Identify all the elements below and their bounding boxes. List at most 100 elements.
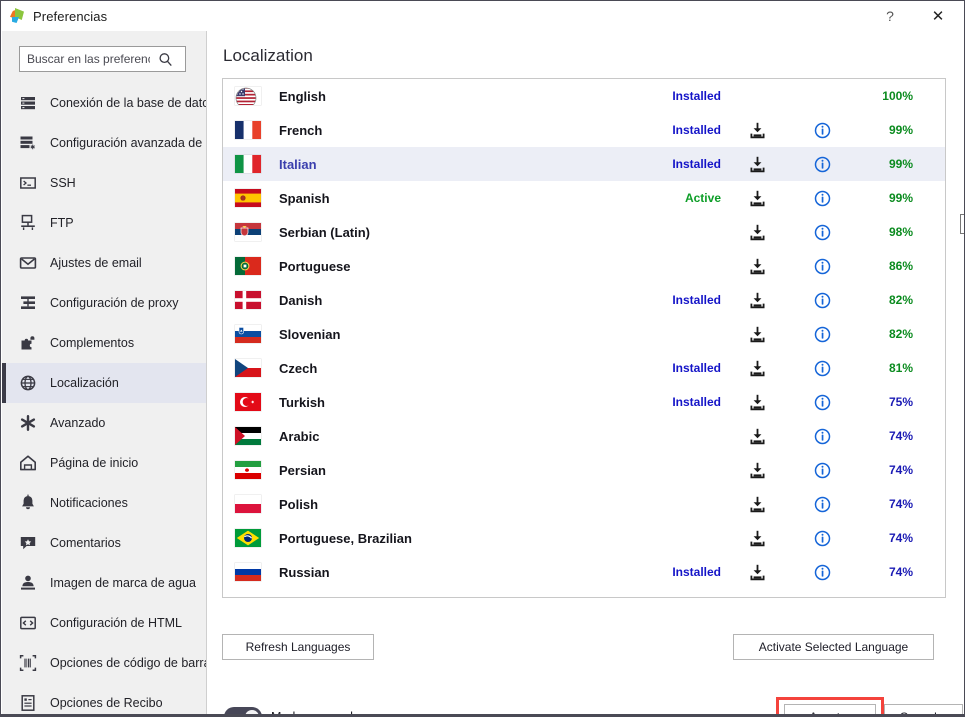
download-icon[interactable]: [721, 529, 793, 548]
info-icon[interactable]: [793, 190, 851, 207]
language-name: Slovenian: [279, 326, 341, 342]
sidebar-item-avanzado[interactable]: Avanzado: [2, 403, 206, 443]
help-icon[interactable]: ?: [868, 1, 912, 31]
download-icon[interactable]: [721, 189, 793, 208]
sidebar-item-conexi-n-de-la-base-de-datos[interactable]: Conexión de la base de datos: [2, 83, 206, 123]
info-icon[interactable]: [793, 462, 851, 479]
language-row[interactable]: Arabic 74%: [223, 419, 945, 453]
info-icon[interactable]: [793, 360, 851, 377]
sidebar-item-label: Localización: [50, 376, 119, 390]
download-icon[interactable]: [721, 393, 793, 412]
sidebar-item-label: Opciones de código de barras: [50, 656, 207, 670]
info-icon[interactable]: [793, 292, 851, 309]
status-badge: Installed: [672, 293, 721, 307]
info-icon[interactable]: [793, 428, 851, 445]
language-name: Polish: [279, 496, 319, 512]
sidebar-item-label: Ajustes de email: [50, 256, 142, 270]
flag-palestine-icon: [235, 427, 261, 445]
sidebar-item-opciones-de-recibo[interactable]: Opciones de Recibo: [2, 683, 206, 714]
info-icon[interactable]: [793, 122, 851, 139]
leaf-logo-icon: [10, 8, 26, 24]
refresh-languages-button[interactable]: Refresh Languages: [222, 634, 374, 660]
language-row[interactable]: English Installed 100%: [223, 79, 945, 113]
completion-percent: 74%: [888, 429, 913, 443]
language-name: Italian: [279, 156, 317, 172]
info-icon[interactable]: [793, 326, 851, 343]
info-icon[interactable]: [793, 258, 851, 275]
completion-percent: 74%: [888, 497, 913, 511]
receipt-icon: [18, 693, 38, 713]
language-name: Persian: [279, 462, 326, 478]
puzzle-icon: [18, 333, 38, 353]
language-row[interactable]: Turkish Installed 75%: [223, 385, 945, 419]
sidebar-item-localizaci-n[interactable]: Localización: [2, 363, 206, 403]
search-box[interactable]: [19, 46, 186, 72]
sidebar-item-ajustes-de-email[interactable]: Ajustes de email: [2, 243, 206, 283]
sidebar-item-label: Imagen de marca de agua: [50, 576, 196, 590]
completion-percent: 82%: [888, 293, 913, 307]
language-row[interactable]: Danish Installed 82%: [223, 283, 945, 317]
download-icon[interactable]: [721, 563, 793, 582]
download-icon[interactable]: [721, 495, 793, 514]
title-bar: Preferencias ? ✕: [1, 1, 964, 31]
sidebar-item-label: Opciones de Recibo: [50, 696, 163, 710]
download-icon[interactable]: [721, 257, 793, 276]
sidebar-item-opciones-de-c-digo-de-barras[interactable]: Opciones de código de barras: [2, 643, 207, 683]
preferences-window: Preferencias ? ✕ Conexión de la base de …: [0, 0, 965, 717]
language-list: English Installed 100% French Installed 99% It…: [222, 78, 946, 598]
download-icon[interactable]: [721, 223, 793, 242]
sidebar-item-configuraci-n-de-html[interactable]: Configuración de HTML: [2, 603, 206, 643]
sidebar-item-notificaciones[interactable]: Notificaciones: [2, 483, 206, 523]
ftp-server-icon: [18, 213, 38, 233]
sidebar-item-complementos[interactable]: Complementos: [2, 323, 206, 363]
language-row[interactable]: Spanish Active 99%: [223, 181, 945, 215]
accept-button[interactable]: Aceptar: [784, 704, 876, 714]
sidebar-item-imagen-de-marca-de-agua[interactable]: Imagen de marca de agua: [2, 563, 206, 603]
status-badge: Installed: [672, 89, 721, 103]
sidebar-item-p-gina-de-inicio[interactable]: Página de inicio: [2, 443, 206, 483]
advanced-mode-toggle[interactable]: [224, 707, 262, 714]
language-row[interactable]: Russian Installed 74%: [223, 555, 945, 589]
language-row[interactable]: Italian Installed 99%: [223, 147, 945, 181]
language-row[interactable]: French Installed 99%: [223, 113, 945, 147]
flag-slovenia-icon: [235, 325, 261, 343]
language-name: Serbian (Latin): [279, 224, 371, 240]
language-row[interactable]: Serbian (Latin) 98%: [223, 215, 945, 249]
download-icon[interactable]: [721, 291, 793, 310]
sidebar-item-configuraci-n-avanzada-de-la[interactable]: Configuración avanzada de la ...: [2, 123, 206, 163]
download-icon[interactable]: [721, 121, 793, 140]
search-input[interactable]: [20, 48, 154, 70]
info-icon[interactable]: [793, 530, 851, 547]
language-row[interactable]: Polish 74%: [223, 487, 945, 521]
language-row[interactable]: Czech Installed 81%: [223, 351, 945, 385]
activate-selected-language-button[interactable]: Activate Selected Language: [733, 634, 934, 660]
info-icon[interactable]: [793, 156, 851, 173]
language-name: Spanish: [279, 190, 330, 206]
database-icon: [18, 93, 38, 113]
flag-russia-icon: [235, 563, 261, 581]
language-row[interactable]: Persian 74%: [223, 453, 945, 487]
language-row[interactable]: Portuguese 86%: [223, 249, 945, 283]
status-badge: Active: [684, 191, 721, 205]
language-row[interactable]: Portuguese, Brazilian 74%: [223, 521, 945, 555]
info-icon[interactable]: [793, 224, 851, 241]
sidebar-item-label: SSH: [50, 176, 76, 190]
download-icon[interactable]: [721, 461, 793, 480]
download-icon[interactable]: [721, 427, 793, 446]
language-row[interactable]: Slovenian 82%: [223, 317, 945, 351]
download-icon[interactable]: [721, 359, 793, 378]
sidebar-item-ftp[interactable]: FTP: [2, 203, 206, 243]
info-icon[interactable]: [793, 496, 851, 513]
close-icon[interactable]: ✕: [916, 1, 960, 31]
sidebar-item-label: Configuración de proxy: [50, 296, 179, 310]
download-icon[interactable]: [721, 155, 793, 174]
sidebar-item-configuraci-n-de-proxy[interactable]: Configuración de proxy: [2, 283, 206, 323]
download-icon[interactable]: [721, 325, 793, 344]
info-icon[interactable]: [793, 564, 851, 581]
info-icon[interactable]: [793, 394, 851, 411]
sidebar-item-comentarios[interactable]: Comentarios: [2, 523, 206, 563]
cancel-button[interactable]: Cancelar: [884, 704, 963, 714]
flag-denmark-icon: [235, 291, 261, 309]
sidebar-item-ssh[interactable]: SSH: [2, 163, 206, 203]
sidebar-item-label: Avanzado: [50, 416, 106, 430]
